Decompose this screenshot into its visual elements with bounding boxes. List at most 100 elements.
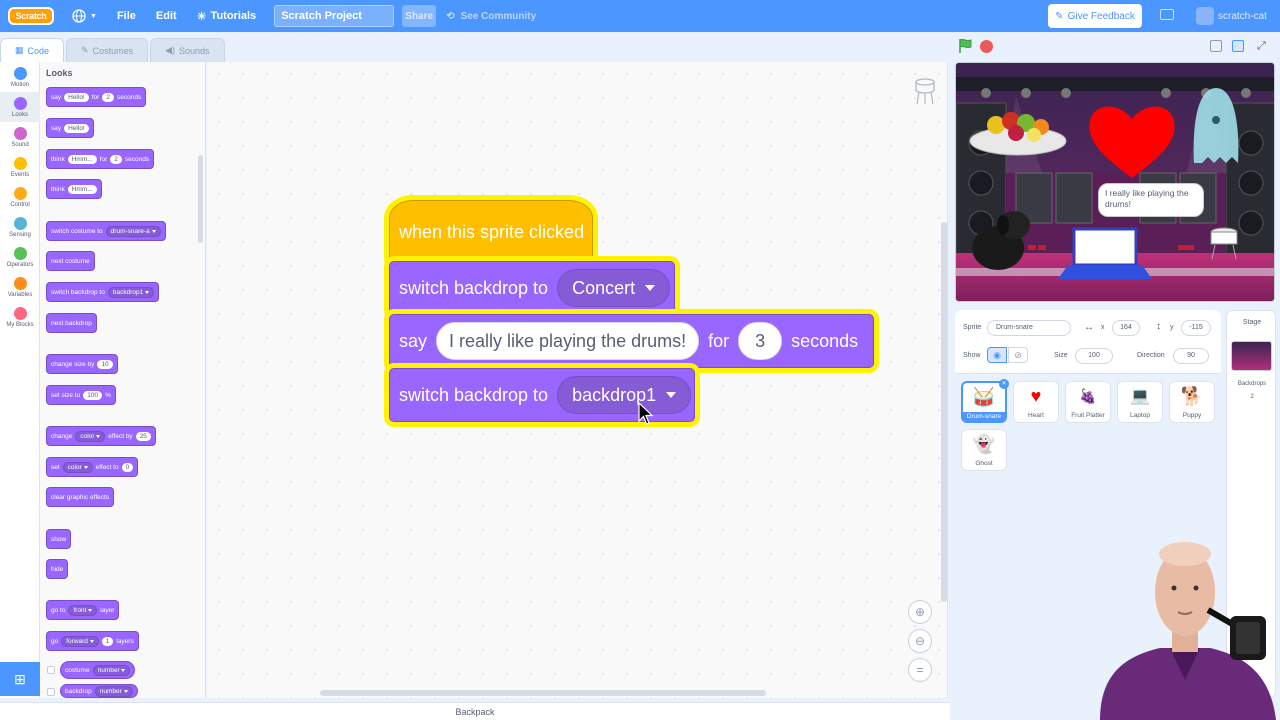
scratch-logo[interactable]: Scratch (8, 7, 54, 25)
sprite-tile-drum-snare[interactable]: 🥁 Drum-snare ✕ (961, 379, 1009, 423)
costume-reporter-checkbox[interactable] (47, 666, 55, 674)
category-sensing[interactable]: Sensing (0, 212, 40, 242)
backdrop-dropdown[interactable]: Concert (557, 269, 671, 307)
costume-dropdown[interactable]: drum-snare-a (105, 225, 161, 237)
sprite-tile-fruit-platter[interactable]: 🍇 Fruit Platter (1065, 381, 1111, 423)
sprite-tile-ghost[interactable]: 👻 Ghost (961, 429, 1007, 471)
block-input[interactable]: 10 (97, 359, 113, 369)
category-my-blocks[interactable]: My Blocks (0, 302, 40, 332)
fullscreen-button[interactable]: ⤢ (1257, 40, 1266, 53)
block-input[interactable]: Hmm... (67, 184, 97, 194)
share-button[interactable]: Share (402, 5, 437, 27)
language-menu[interactable]: ▼ (62, 0, 107, 32)
palette-block-show[interactable]: show (46, 529, 72, 549)
category-variables[interactable]: Variables (0, 272, 40, 302)
direction-dropdown[interactable]: forward (61, 635, 99, 647)
backdrop-reporter-dropdown[interactable]: number (94, 685, 133, 697)
category-operators[interactable]: Operators (0, 242, 40, 272)
y-input[interactable]: -115 (1181, 320, 1211, 336)
stage-canvas[interactable] (955, 62, 1275, 302)
palette-reporter-costume[interactable]: costume number (60, 661, 136, 679)
green-flag-button[interactable] (958, 38, 974, 57)
palette-block-switch-backdrop[interactable]: switch backdrop to backdrop1 (46, 282, 160, 302)
block-switch-backdrop-concert[interactable]: switch backdrop to Concert (389, 261, 675, 315)
palette-block-go-layers[interactable]: go forward 1 layers (46, 631, 139, 651)
message-input[interactable]: I really like playing the drums! (436, 322, 700, 360)
stage-thumbnail[interactable] (1231, 341, 1272, 371)
block-say-for-seconds[interactable]: say I really like playing the drums! for… (389, 314, 874, 368)
sprite-name-input[interactable]: Drum-snare (987, 320, 1071, 336)
palette-block-set-effect[interactable]: set color effect to 0 (46, 457, 139, 477)
direction-input[interactable]: 90 (1173, 348, 1209, 364)
size-input[interactable]: 100 (1075, 348, 1113, 364)
block-input[interactable]: 25 (135, 431, 151, 441)
zoom-out-button[interactable]: ⊖ (908, 629, 932, 653)
backdrop-dropdown[interactable]: backdrop1 (107, 286, 155, 298)
category-sound[interactable]: Sound (0, 122, 40, 152)
show-hidden-button[interactable]: ⊘ (1008, 347, 1028, 363)
x-input[interactable]: 164 (1112, 320, 1140, 336)
small-stage-button[interactable] (1210, 40, 1222, 52)
tab-sounds[interactable]: ◀) Sounds (150, 38, 225, 62)
sprite-tile-laptop[interactable]: 💻 Laptop (1117, 381, 1163, 423)
add-extension-button[interactable]: ⊞ (0, 662, 40, 696)
category-looks[interactable]: Looks (0, 92, 40, 122)
category-control[interactable]: Control (0, 182, 40, 212)
sprite-tile-heart[interactable]: ♥ Heart (1013, 381, 1059, 423)
see-community-button[interactable]: ⟲ See Community (446, 11, 536, 22)
block-input[interactable]: 2 (102, 92, 114, 102)
palette-block-next-costume[interactable]: next costume (46, 251, 95, 271)
sprite-tile-puppy[interactable]: 🐕 Puppy (1169, 381, 1215, 423)
edit-menu[interactable]: Edit (146, 0, 187, 32)
palette-block-change-size[interactable]: change size by 10 (46, 354, 118, 374)
tab-costumes[interactable]: ✎ Costumes (66, 38, 149, 62)
file-menu[interactable]: File (107, 0, 146, 32)
effect-dropdown[interactable]: color (62, 461, 93, 473)
stop-button[interactable] (980, 40, 993, 53)
block-input[interactable]: Hello! (64, 92, 89, 102)
palette-block-next-backdrop[interactable]: next backdrop (46, 313, 97, 333)
project-title-input[interactable]: Scratch Project (274, 5, 395, 27)
account-menu[interactable]: scratch-cat (1196, 7, 1267, 25)
backdrop-dropdown[interactable]: backdrop1 (557, 376, 692, 414)
folder-icon[interactable] (1160, 9, 1174, 20)
palette-reporter-backdrop[interactable]: backdrop number (60, 684, 138, 698)
seconds-input[interactable]: 3 (738, 322, 783, 360)
workspace-horizontal-scrollbar[interactable] (320, 690, 766, 696)
backdrop-reporter-checkbox[interactable] (47, 688, 55, 696)
palette-block-go-to-layer[interactable]: go to front layer (46, 600, 120, 620)
normal-stage-button[interactable] (1232, 40, 1244, 52)
zoom-in-button[interactable]: ⊕ (908, 600, 932, 624)
palette-scrollbar[interactable] (198, 155, 203, 243)
zoom-reset-button[interactable]: = (908, 658, 932, 682)
palette-block-say-for[interactable]: say Hello! for 2 seconds (46, 87, 147, 107)
give-feedback-button[interactable]: ✎ Give Feedback (1048, 4, 1142, 28)
block-input[interactable]: Hello! (64, 123, 89, 133)
costume-reporter-dropdown[interactable]: number (92, 664, 131, 676)
tab-code[interactable]: ▦ Code (0, 38, 65, 62)
palette-block-hide[interactable]: hide (46, 559, 69, 579)
block-input[interactable]: 2 (110, 154, 122, 164)
tutorials-button[interactable]: ☀ Tutorials (187, 0, 267, 32)
looks-dot-icon (13, 96, 27, 110)
palette-block-clear-effects[interactable]: clear graphic effects (46, 487, 115, 507)
category-motion[interactable]: Motion (0, 62, 40, 92)
backpack-bar[interactable]: Backpack (0, 702, 950, 720)
show-visible-button[interactable]: ◉ (987, 347, 1007, 363)
palette-block-set-size[interactable]: set size to 100 % (46, 385, 116, 405)
block-input[interactable]: 0 (121, 462, 134, 472)
palette-block-say[interactable]: say Hello! (46, 118, 94, 138)
layer-dropdown[interactable]: front (68, 604, 98, 616)
palette-block-switch-costume[interactable]: switch costume to drum-snare-a (46, 221, 166, 241)
hat-block-when-sprite-clicked[interactable]: when this sprite clicked (389, 200, 593, 262)
block-input[interactable]: Hmm... (67, 154, 97, 164)
workspace-vertical-scrollbar[interactable] (941, 222, 947, 602)
palette-block-change-effect[interactable]: change color effect by 25 (46, 426, 156, 446)
effect-dropdown[interactable]: color (75, 430, 106, 442)
delete-sprite-button[interactable]: ✕ (999, 379, 1009, 389)
palette-block-think[interactable]: think Hmm... (46, 179, 102, 199)
palette-block-think-for[interactable]: think Hmm... for 2 seconds (46, 149, 155, 169)
category-events[interactable]: Events (0, 152, 40, 182)
block-input[interactable]: 100 (83, 390, 103, 400)
block-input[interactable]: 1 (101, 636, 114, 646)
